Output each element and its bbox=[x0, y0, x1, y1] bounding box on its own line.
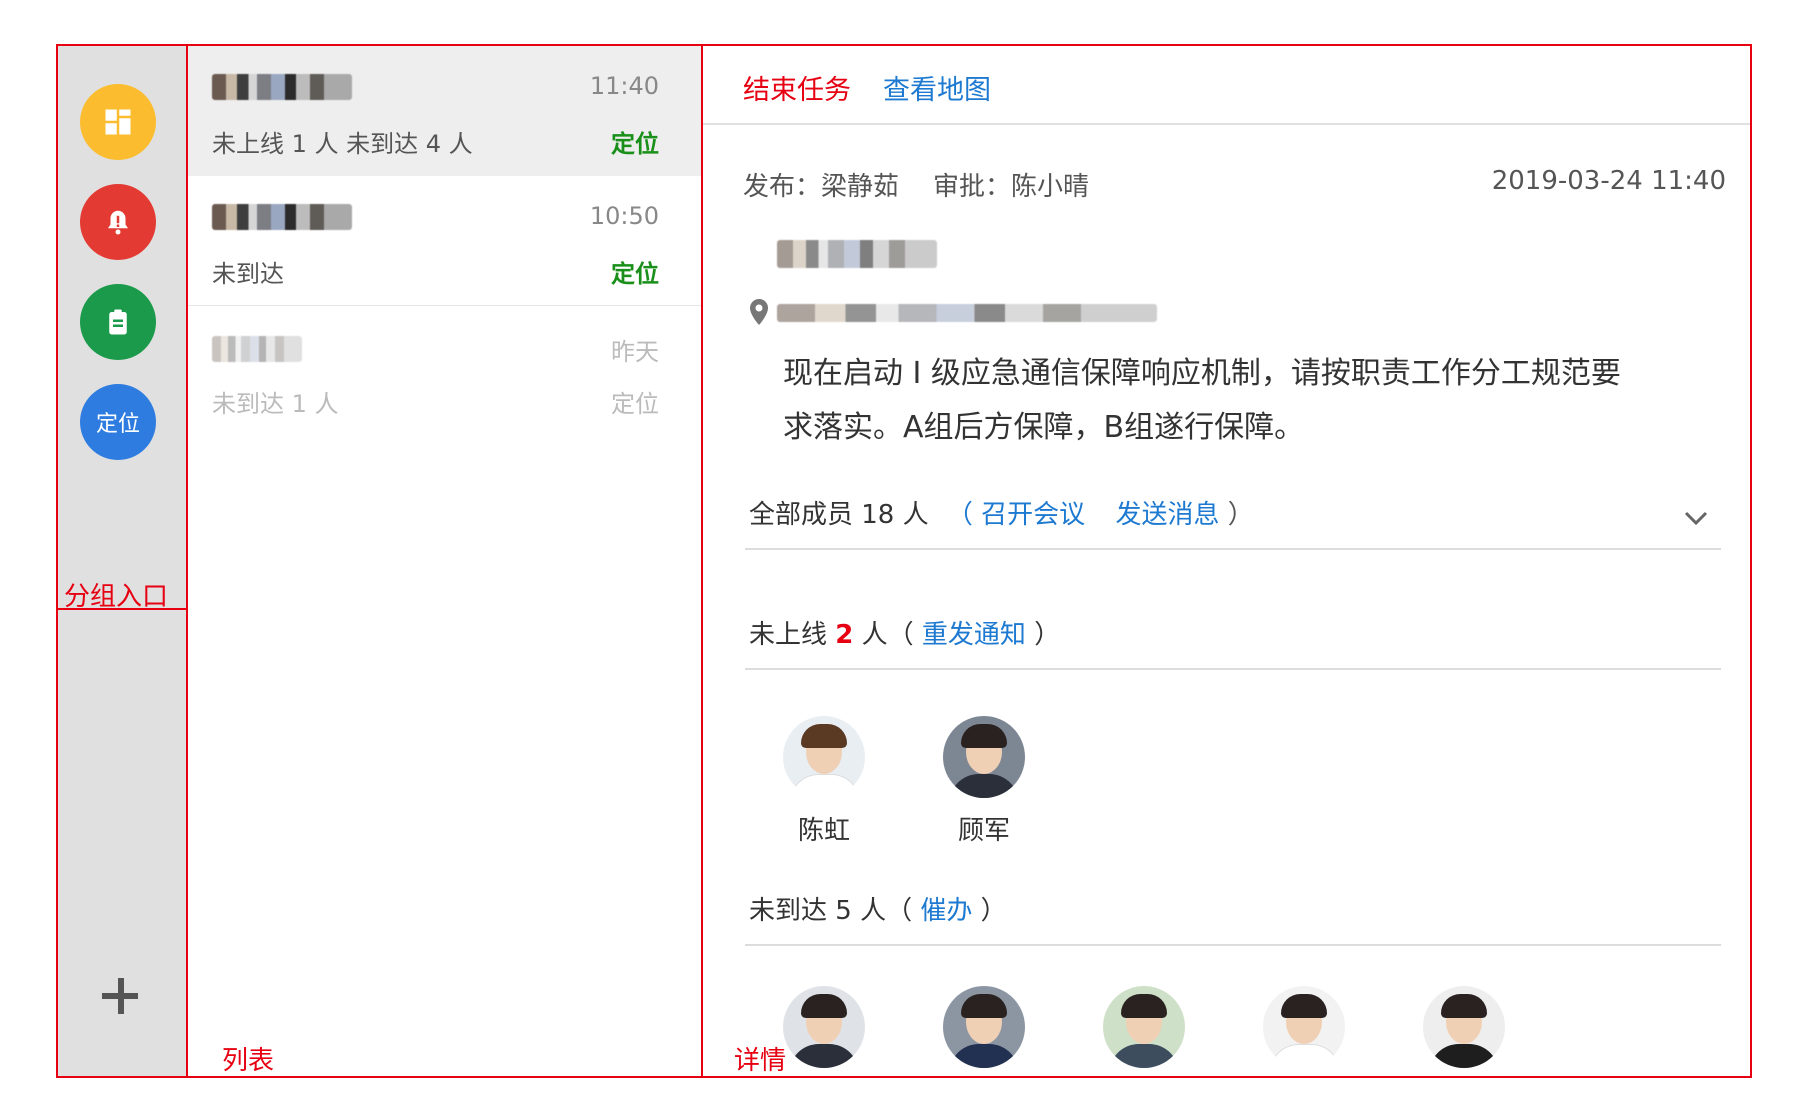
list-annotation: 列表 bbox=[222, 1046, 275, 1076]
list-annotation-frame bbox=[186, 44, 703, 1078]
detail-annotation-frame bbox=[701, 44, 1752, 1078]
sidebar-annotation: 分组入口 bbox=[64, 582, 169, 612]
detail-annotation: 详情 bbox=[734, 1046, 787, 1076]
sidebar-annotation-frame bbox=[56, 44, 188, 610]
